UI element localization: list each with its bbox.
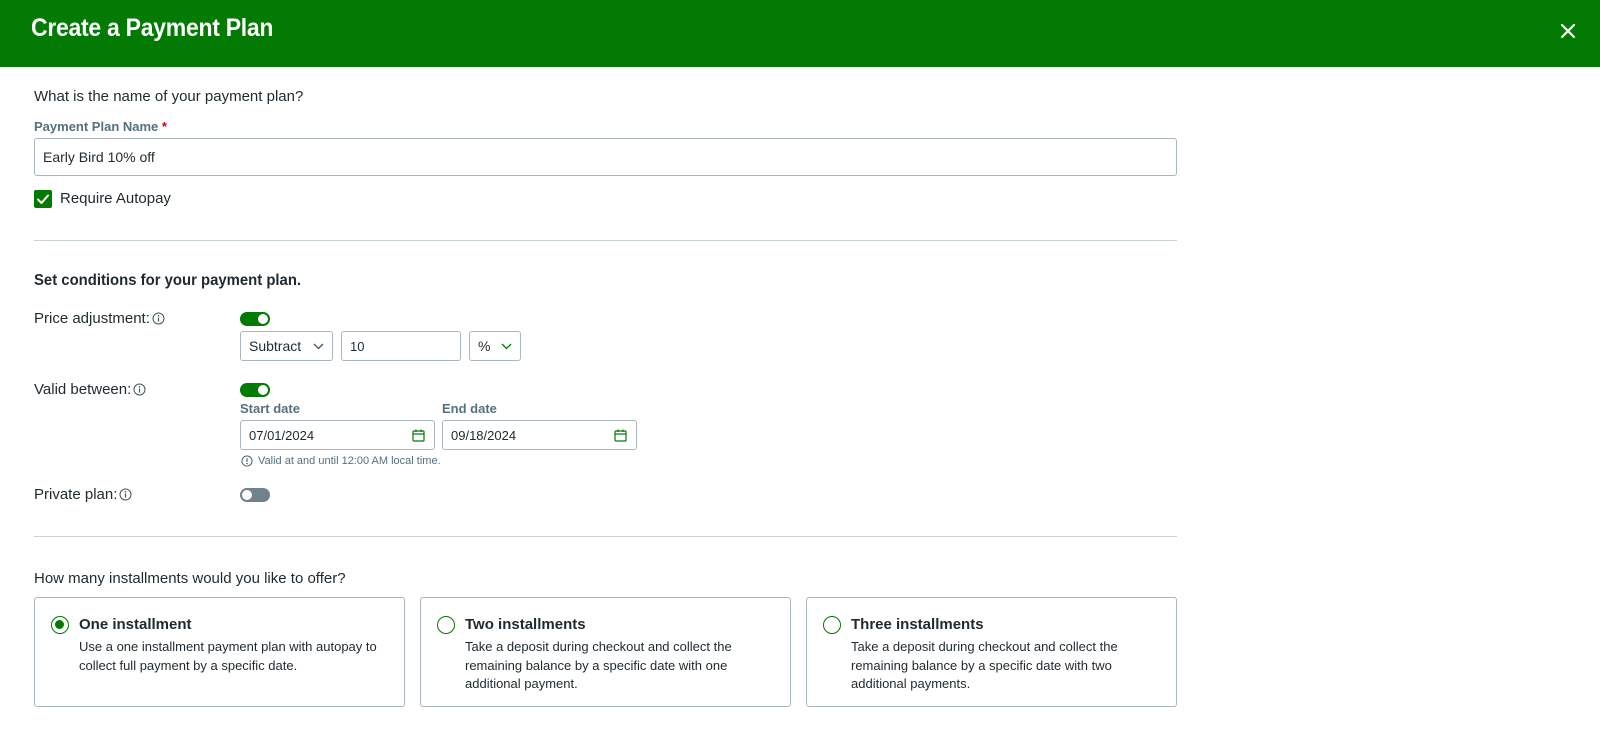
- start-date-input[interactable]: 07/01/2024: [240, 420, 435, 450]
- start-date-label: Start date: [240, 401, 300, 416]
- calendar-icon[interactable]: [412, 429, 425, 442]
- end-date-input[interactable]: 09/18/2024: [442, 420, 637, 450]
- installment-option-description: Use a one installment payment plan with …: [79, 639, 377, 673]
- end-date-label: End date: [442, 401, 497, 416]
- chevron-down-icon: [501, 343, 512, 350]
- info-icon[interactable]: [133, 383, 146, 396]
- adjustment-unit-select[interactable]: %: [469, 331, 521, 361]
- radio-two-installments[interactable]: [437, 616, 455, 634]
- private-plan-label-text: Private plan:: [34, 486, 118, 503]
- installment-option-two[interactable]: Two installments Take a deposit during c…: [420, 597, 791, 707]
- require-autopay-label: Require Autopay: [60, 190, 171, 207]
- plan-name-input[interactable]: Early Bird 10% off: [34, 138, 1177, 176]
- installment-option-three[interactable]: Three installments Take a deposit during…: [806, 597, 1177, 707]
- valid-between-label-text: Valid between:: [34, 381, 132, 398]
- price-adjustment-label-text: Price adjustment:: [34, 310, 150, 327]
- plan-name-value: Early Bird 10% off: [43, 149, 155, 165]
- validity-hint-text: Valid at and until 12:00 AM local time.: [258, 455, 441, 467]
- conditions-title: Set conditions for your payment plan.: [34, 272, 302, 289]
- valid-between-label: Valid between:: [34, 381, 146, 398]
- modal-title: Create a Payment Plan: [31, 14, 274, 42]
- private-plan-toggle[interactable]: [240, 488, 270, 502]
- close-icon[interactable]: [1556, 19, 1580, 43]
- plan-name-question: What is the name of your payment plan?: [34, 88, 304, 105]
- plan-name-label-text: Payment Plan Name: [34, 119, 159, 134]
- validity-hint: Valid at and until 12:00 AM local time.: [241, 455, 441, 467]
- plan-name-label: Payment Plan Name *: [34, 119, 167, 134]
- installment-option-one[interactable]: One installment Use a one installment pa…: [34, 597, 405, 707]
- installment-option-title: Three installments: [851, 616, 984, 633]
- info-icon: [241, 455, 253, 467]
- modal-header: Create a Payment Plan: [0, 0, 1600, 67]
- chevron-down-icon: [313, 343, 324, 350]
- installments-question: How many installments would you like to …: [34, 570, 346, 587]
- start-date-value: 07/01/2024: [249, 427, 315, 443]
- section-divider: [34, 536, 1177, 537]
- checkmark-icon: [37, 194, 49, 204]
- adjustment-amount-input[interactable]: 10: [341, 331, 461, 361]
- installment-option-title: One installment: [79, 616, 192, 633]
- installment-option-description: Take a deposit during checkout and colle…: [465, 639, 732, 691]
- info-icon[interactable]: [119, 488, 132, 501]
- radio-three-installments[interactable]: [823, 616, 841, 634]
- private-plan-label: Private plan:: [34, 486, 132, 503]
- price-adjustment-toggle[interactable]: [240, 312, 270, 326]
- installment-option-description: Take a deposit during checkout and colle…: [851, 639, 1118, 691]
- valid-between-toggle[interactable]: [240, 383, 270, 397]
- require-autopay-checkbox[interactable]: [34, 190, 52, 208]
- installment-option-title: Two installments: [465, 616, 586, 633]
- end-date-value: 09/18/2024: [451, 427, 517, 443]
- price-adjustment-label: Price adjustment:: [34, 310, 165, 327]
- section-divider: [34, 240, 1177, 241]
- radio-one-installment[interactable]: [51, 616, 69, 634]
- calendar-icon[interactable]: [614, 429, 627, 442]
- required-marker: *: [161, 119, 167, 134]
- adjustment-operation-value: Subtract: [249, 338, 302, 354]
- adjustment-amount-value: 10: [350, 338, 365, 354]
- adjustment-unit-value: %: [478, 338, 491, 354]
- info-icon[interactable]: [152, 312, 165, 325]
- adjustment-operation-select[interactable]: Subtract: [240, 331, 333, 361]
